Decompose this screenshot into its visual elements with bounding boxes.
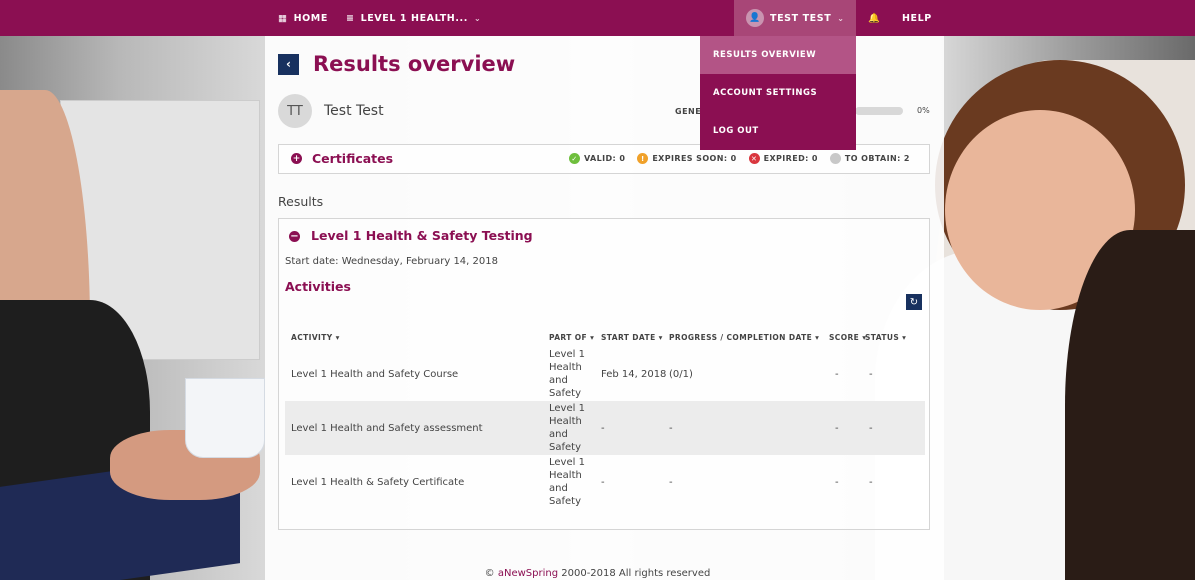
- table-row[interactable]: Level 1 Health and Safety assessment Lev…: [285, 401, 925, 455]
- col-progress[interactable]: PROGRESS / COMPLETION DATE ▾: [669, 333, 825, 342]
- user-name: Test Test: [324, 103, 384, 119]
- expand-plus-icon[interactable]: +: [291, 153, 302, 164]
- cell-start-date: -: [601, 422, 605, 434]
- user-summary: TT Test Test: [278, 94, 384, 128]
- cell-part-of: Level 1 Health and Safety: [549, 403, 585, 453]
- course-title[interactable]: Level 1 Health & Safety Testing: [311, 228, 533, 243]
- activities-table: ACTIVITY ▾ PART OF ▾ START DATE ▾ PROGRE…: [285, 327, 925, 509]
- cell-start-date: Feb 14, 2018: [601, 368, 667, 380]
- refresh-icon: ↻: [909, 296, 919, 308]
- stat-expired: ✕ EXPIRED: 0: [748, 153, 818, 164]
- warning-icon: !: [637, 153, 649, 164]
- menu-item-log-out[interactable]: LOG OUT: [700, 112, 856, 150]
- cell-activity: Level 1 Health and Safety Course: [291, 368, 459, 380]
- general-progress-label: GENE: [675, 107, 702, 116]
- cell-score: -: [835, 422, 839, 434]
- cell-progress: (0/1): [669, 368, 693, 380]
- grid-icon: ▦: [278, 12, 288, 24]
- notifications-button[interactable]: 🔔: [868, 0, 880, 36]
- nav-home-label: HOME: [293, 12, 328, 24]
- footer: © aNewSpring 2000-2018 All rights reserv…: [0, 568, 1195, 579]
- cell-part-of: Level 1 Health and Safety: [549, 457, 585, 507]
- menu-item-results-overview[interactable]: RESULTS OVERVIEW: [700, 36, 856, 74]
- cell-status: -: [869, 422, 873, 434]
- nav-course[interactable]: ≡ LEVEL 1 HEALTH... ⌄: [346, 0, 481, 36]
- stat-expired-label: EXPIRED: 0: [763, 154, 818, 163]
- cell-status: -: [869, 368, 873, 380]
- cell-part-of: Level 1 Health and Safety: [549, 349, 585, 399]
- col-start-date[interactable]: START DATE ▾: [601, 333, 669, 342]
- cell-score: -: [835, 476, 839, 488]
- chevron-left-icon: ‹: [286, 57, 291, 71]
- table-row[interactable]: Level 1 Health and Safety Course Level 1…: [285, 347, 925, 401]
- chevron-down-icon: ⌄: [837, 13, 845, 23]
- bell-icon: 🔔: [868, 12, 881, 24]
- table-row[interactable]: Level 1 Health & Safety Certificate Leve…: [285, 455, 925, 509]
- bg-mug: [185, 378, 265, 458]
- nav-help-label: HELP: [902, 12, 932, 24]
- cell-score: -: [835, 368, 839, 380]
- stat-valid-label: VALID: 0: [584, 154, 626, 163]
- chevron-down-icon: ⌄: [473, 13, 482, 23]
- stat-expires-soon-label: EXPIRES SOON: 0: [652, 154, 737, 163]
- page-title: Results overview: [313, 52, 516, 76]
- cell-start-date: -: [601, 476, 605, 488]
- footer-rights-text: 2000-2018 All rights reserved: [561, 568, 711, 579]
- menu-item-label: ACCOUNT SETTINGS: [713, 88, 818, 98]
- top-navbar: ▦ HOME ≡ LEVEL 1 HEALTH... ⌄ 👤 TEST TEST…: [0, 0, 1195, 36]
- general-progress-percent: 0%: [917, 106, 930, 115]
- nav-home[interactable]: ▦ HOME: [278, 0, 328, 36]
- pending-icon: [829, 153, 841, 164]
- cell-activity: Level 1 Health & Safety Certificate: [291, 476, 465, 488]
- stat-valid: ✓ VALID: 0: [569, 153, 625, 164]
- certificate-stats: ✓ VALID: 0 ! EXPIRES SOON: 0 ✕ EXPIRED: …: [569, 153, 910, 164]
- activities-heading: Activities: [285, 279, 351, 294]
- bg-far-right-person: [1065, 230, 1195, 580]
- menu-item-label: LOG OUT: [713, 126, 759, 136]
- footer-copyright-symbol: ©: [484, 568, 495, 579]
- list-icon: ≡: [346, 12, 355, 24]
- stat-to-obtain: TO OBTAIN: 2: [829, 153, 910, 164]
- user-icon: 👤: [746, 9, 764, 27]
- col-activity[interactable]: ACTIVITY ▾: [285, 333, 549, 342]
- user-dropdown-menu: RESULTS OVERVIEW ACCOUNT SETTINGS LOG OU…: [700, 36, 856, 150]
- nav-user-label: TEST TEST: [770, 12, 832, 24]
- check-icon: ✓: [569, 153, 580, 164]
- certificates-title[interactable]: Certificates: [312, 151, 393, 166]
- menu-item-label: RESULTS OVERVIEW: [713, 50, 817, 60]
- footer-brand-link[interactable]: aNewSpring: [498, 568, 558, 579]
- cell-status: -: [869, 476, 873, 488]
- results-heading: Results: [278, 194, 324, 209]
- cell-progress: -: [669, 422, 673, 434]
- general-progress-bar: [855, 107, 903, 115]
- stat-expires-soon: ! EXPIRES SOON: 0: [637, 153, 736, 164]
- col-part-of[interactable]: PART OF ▾: [549, 331, 601, 344]
- cell-activity: Level 1 Health and Safety assessment: [291, 422, 483, 434]
- table-header: ACTIVITY ▾ PART OF ▾ START DATE ▾ PROGRE…: [285, 327, 925, 347]
- stat-to-obtain-label: TO OBTAIN: 2: [844, 154, 910, 163]
- nav-help[interactable]: HELP: [902, 0, 932, 36]
- title-row: ‹ Results overview: [278, 52, 515, 76]
- cell-progress: -: [669, 476, 673, 488]
- results-panel: − Level 1 Health & Safety Testing Start …: [278, 218, 930, 530]
- col-status[interactable]: STATUS ▾: [863, 333, 913, 342]
- col-score[interactable]: SCORE ▾: [825, 333, 866, 342]
- x-icon: ✕: [748, 153, 760, 164]
- refresh-button[interactable]: ↻: [906, 294, 922, 310]
- collapse-minus-icon[interactable]: −: [289, 231, 300, 242]
- nav-course-label: LEVEL 1 HEALTH...: [360, 12, 468, 24]
- course-start-date: Start date: Wednesday, February 14, 2018: [285, 256, 498, 267]
- avatar: TT: [278, 94, 312, 128]
- menu-item-account-settings[interactable]: ACCOUNT SETTINGS: [700, 74, 856, 112]
- nav-user-menu[interactable]: 👤 TEST TEST ⌄: [734, 0, 856, 36]
- back-button[interactable]: ‹: [278, 53, 299, 75]
